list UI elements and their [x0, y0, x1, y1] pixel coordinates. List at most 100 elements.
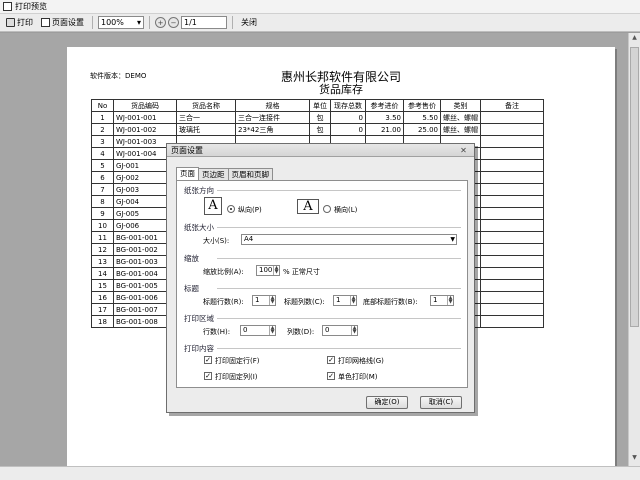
- table-row: 2 WJ-001-002 玻璃托 23*42三角包 0 21.00 25.00 螺丝、螺帽: [91, 123, 544, 136]
- landscape-label: 横向(L): [334, 206, 358, 214]
- table-cell: 0: [330, 123, 366, 136]
- paper-size-value: A4: [244, 235, 254, 243]
- paper-size-select[interactable]: A4 ▼: [241, 234, 457, 245]
- bottom-rows-input[interactable]: 1 ▲ ▼: [430, 295, 454, 306]
- table-cell: 13: [91, 255, 114, 268]
- page-setup-icon: [41, 18, 50, 27]
- table-cell: [480, 219, 544, 232]
- landscape-radio[interactable]: [323, 205, 331, 213]
- page-setup-button[interactable]: 页面设置: [38, 16, 87, 30]
- spin-arrows-icon[interactable]: ▲ ▼: [447, 296, 453, 305]
- spin-arrows-icon[interactable]: ▲ ▼: [351, 326, 357, 335]
- table-cell: 17: [91, 303, 114, 316]
- scale-unit-label: % 正常尺寸: [283, 268, 320, 276]
- table-cell: 23*42三角: [235, 123, 310, 136]
- table-cell: [480, 279, 544, 292]
- tab-margins[interactable]: 页边距: [198, 168, 229, 180]
- divider: [217, 318, 461, 319]
- fixed-rows-checkbox[interactable]: ✓: [204, 356, 212, 364]
- close-button-label: 关闭: [241, 18, 257, 27]
- zoom-select[interactable]: 100% ▾: [98, 16, 144, 29]
- table-cell: [480, 291, 544, 304]
- table-cell: 18: [91, 315, 114, 328]
- table-cell: [480, 171, 544, 184]
- landscape-icon: A: [297, 199, 319, 214]
- spin-arrows-icon[interactable]: ▲ ▼: [350, 296, 356, 305]
- tab-header-footer[interactable]: 页眉和页脚: [227, 168, 273, 180]
- paper-section-label: 纸张大小: [184, 223, 214, 232]
- grid-lines-label: 打印网格线(G): [338, 357, 384, 365]
- zoom-in-icon[interactable]: +: [155, 17, 166, 28]
- table-cell: 16: [91, 291, 114, 304]
- column-header: 货品编码: [113, 99, 177, 112]
- table-cell: 5.50: [403, 111, 441, 124]
- mono-print-checkbox[interactable]: ✓: [327, 372, 335, 380]
- title-rows-input[interactable]: 1 ▲ ▼: [252, 295, 276, 306]
- cancel-button[interactable]: 取消(C): [420, 396, 462, 409]
- grid-lines-checkbox[interactable]: ✓: [327, 356, 335, 364]
- table-cell: 2: [91, 123, 114, 136]
- area-rows-input[interactable]: 0 ▲ ▼: [240, 325, 276, 336]
- table-cell: 3.50: [365, 111, 404, 124]
- scrollbar-thumb[interactable]: [630, 47, 639, 327]
- page-tab-panel: 纸张方向 A 纵向(P) A 横向(L) 纸张大小 大小(S): A4 ▼ 缩放…: [176, 180, 468, 388]
- table-header-row: No 货品编码 货品名称 规格 单位 现存总数 参考进价 参考售价 类别 备注: [91, 99, 544, 112]
- table-cell: [480, 243, 544, 256]
- app-icon: [3, 2, 12, 11]
- ok-button[interactable]: 确定(O): [366, 396, 408, 409]
- table-cell: 7: [91, 183, 114, 196]
- title-rows-label: 标题行数(R):: [203, 298, 244, 306]
- column-header: 类别: [440, 99, 481, 112]
- table-row: 1 WJ-001-001 三合一 三合一连接件包 0 3.50 5.50 螺丝、螺帽: [91, 111, 544, 124]
- printer-icon: [6, 18, 15, 27]
- table-cell: 1: [91, 111, 114, 124]
- divider: [217, 288, 461, 289]
- divider: [217, 227, 461, 228]
- title-cols-value: 1: [336, 296, 341, 304]
- close-button[interactable]: 关闭: [238, 16, 260, 30]
- divider: [217, 190, 461, 191]
- spin-arrows-icon[interactable]: ▲ ▼: [269, 326, 275, 335]
- spin-arrows-icon[interactable]: ▲ ▼: [273, 266, 279, 275]
- column-header: 现存总数: [330, 99, 366, 112]
- dialog-title: 页面设置: [171, 145, 203, 155]
- mono-print-label: 单色打印(M): [338, 373, 378, 381]
- spin-arrows-icon[interactable]: ▲ ▼: [269, 296, 275, 305]
- zoom-out-icon[interactable]: −: [168, 17, 179, 28]
- table-cell: [480, 303, 544, 316]
- column-header: 参考售价: [403, 99, 441, 112]
- table-cell: 25.00: [403, 123, 441, 136]
- table-cell: [480, 315, 544, 328]
- scroll-down-icon[interactable]: ▼: [630, 454, 639, 465]
- fixed-cols-checkbox[interactable]: ✓: [204, 372, 212, 380]
- close-icon[interactable]: ✕: [457, 146, 470, 155]
- column-header: 单位: [309, 99, 331, 112]
- area-cols-label: 列数(D):: [287, 328, 315, 336]
- column-header: 参考进价: [365, 99, 404, 112]
- area-cols-input[interactable]: 0 ▲ ▼: [322, 325, 358, 336]
- toolbar-separator: [232, 16, 233, 29]
- print-area-section-label: 打印区域: [184, 314, 214, 323]
- scroll-up-icon[interactable]: ▲: [630, 34, 639, 45]
- area-cols-value: 0: [325, 326, 330, 334]
- scale-ratio-input[interactable]: 100 ▲ ▼: [256, 265, 280, 276]
- tab-page[interactable]: 页面: [176, 167, 199, 180]
- print-button[interactable]: 打印: [3, 16, 36, 30]
- column-header: 货品名称: [176, 99, 236, 112]
- toolbar-separator: [149, 16, 150, 29]
- preview-area: 软件版本：DEMO 惠州长邦软件有限公司 货品库存 No 货品编码 货品名称 规…: [0, 33, 628, 466]
- table-cell: 12: [91, 243, 114, 256]
- table-cell: 10: [91, 219, 114, 232]
- portrait-radio[interactable]: [227, 205, 235, 213]
- dialog-title-bar: 页面设置 ✕: [167, 144, 474, 157]
- table-cell: 螺丝、螺帽: [440, 111, 481, 124]
- title-cols-input[interactable]: 1 ▲ ▼: [333, 295, 357, 306]
- divider: [217, 348, 461, 349]
- page-number-input[interactable]: 1/1: [181, 16, 227, 29]
- table-cell: 15: [91, 279, 114, 292]
- table-cell: 三合一连接件: [235, 111, 310, 124]
- vertical-scrollbar[interactable]: ▲ ▼: [628, 33, 640, 466]
- area-rows-value: 0: [243, 326, 248, 334]
- bottom-rows-label: 底部标题行数(B):: [363, 298, 418, 306]
- table-cell: 11: [91, 231, 114, 244]
